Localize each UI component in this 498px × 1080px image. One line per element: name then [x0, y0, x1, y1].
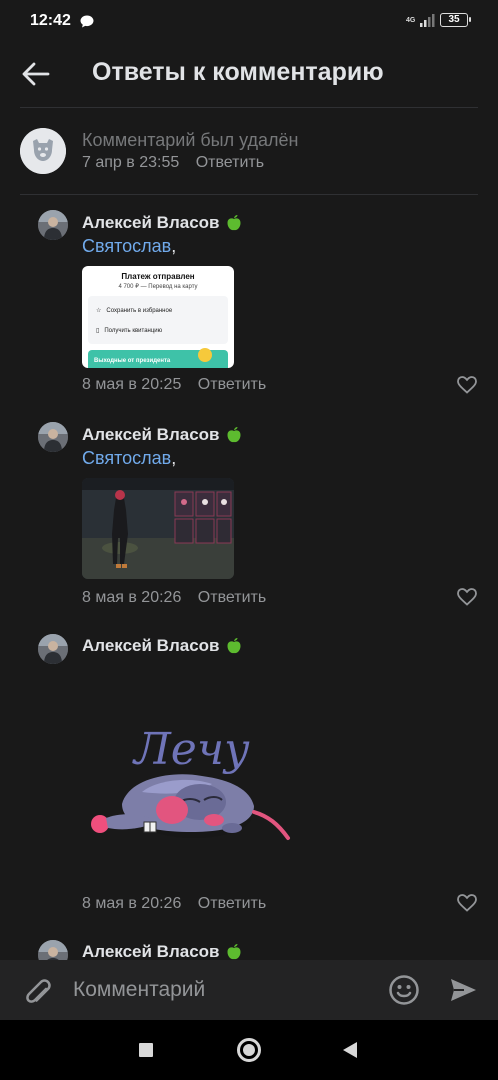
back-button[interactable] — [343, 1042, 357, 1058]
get-receipt-row: ▯ Получить квитанцию — [96, 328, 163, 334]
apple-icon — [227, 944, 240, 960]
apple-icon — [227, 638, 240, 654]
arrow-left-icon[interactable] — [18, 58, 54, 90]
comment-date: 7 апр в 23:55 — [82, 154, 180, 171]
paperclip-icon[interactable] — [22, 974, 52, 1008]
home-button[interactable] — [237, 1038, 261, 1062]
receipt-subtitle: 4 700 ₽ — Перевод на карту — [118, 284, 198, 290]
chat-bubble-icon — [80, 15, 94, 28]
author-name[interactable]: Алексей Власов — [82, 213, 243, 233]
status-bar: 12:42 4G 35 — [0, 0, 498, 44]
page-title: Ответы к комментарию — [92, 58, 384, 86]
reply-button[interactable]: Ответить — [198, 376, 266, 393]
heart-icon[interactable] — [457, 894, 477, 912]
avatar[interactable] — [38, 210, 68, 240]
smile-icon[interactable] — [388, 974, 420, 1006]
avatar[interactable] — [38, 634, 68, 664]
author-name[interactable]: Алексей Власов — [82, 636, 243, 656]
recent-apps-button[interactable] — [139, 1043, 153, 1057]
author-name[interactable]: Алексей Власов — [82, 425, 243, 445]
mention[interactable]: Святослав, — [82, 448, 176, 469]
status-time: 12:42 — [30, 12, 71, 29]
save-favorite-row: ☆ Сохранить в избранное — [96, 308, 173, 314]
comment-meta: 8 мая в 20:26 Ответить — [82, 895, 267, 912]
signal-icon — [420, 14, 435, 27]
dog-avatar-icon — [20, 128, 66, 174]
comment-meta: 8 мая в 20:25 Ответить — [82, 376, 267, 393]
author-name[interactable]: Алексей Власов — [82, 942, 243, 962]
comment-meta: 8 мая в 20:26 Ответить — [82, 589, 267, 606]
heart-icon[interactable] — [457, 376, 477, 394]
mention[interactable]: Святослав, — [82, 236, 176, 257]
user-photo — [38, 634, 68, 664]
network-type: 4G — [406, 16, 416, 24]
sticker-caption: Лечу — [132, 724, 250, 775]
game-screenshot-image — [82, 478, 234, 579]
deleted-comment-text: Комментарий был удалён — [82, 130, 299, 150]
rat-sticker[interactable]: Лечу — [82, 706, 296, 844]
game-screenshot-attachment[interactable] — [82, 478, 234, 579]
reply-button[interactable]: Ответить — [196, 154, 264, 171]
heart-icon[interactable] — [457, 588, 477, 606]
parent-divider — [20, 194, 478, 195]
receipt-actions — [88, 296, 228, 344]
apple-icon — [227, 427, 240, 443]
comment-input[interactable]: Комментарий — [73, 978, 205, 1002]
receipt-attachment[interactable]: Платеж отправлен 4 700 ₽ — Перевод на ка… — [82, 266, 234, 368]
reply-button[interactable]: Ответить — [198, 895, 266, 912]
apple-icon — [227, 215, 240, 231]
header: Ответы к комментарию — [0, 44, 498, 106]
avatar[interactable] — [38, 422, 68, 452]
reply-button[interactable]: Ответить — [198, 589, 266, 606]
parent-meta: 7 апр в 23:55 Ответить — [82, 154, 264, 172]
promo-banner: Выходные от президента — [88, 348, 228, 368]
battery-indicator: 35 — [440, 13, 471, 27]
deleted-user-avatar — [20, 128, 66, 174]
parent-comment: Комментарий был удалён 7 апр в 23:55 Отв… — [0, 108, 498, 194]
user-photo — [38, 422, 68, 452]
send-icon[interactable] — [448, 975, 478, 1005]
status-icons: 4G 35 — [406, 13, 471, 27]
receipt-title: Платеж отправлен — [121, 272, 195, 281]
user-photo — [38, 210, 68, 240]
